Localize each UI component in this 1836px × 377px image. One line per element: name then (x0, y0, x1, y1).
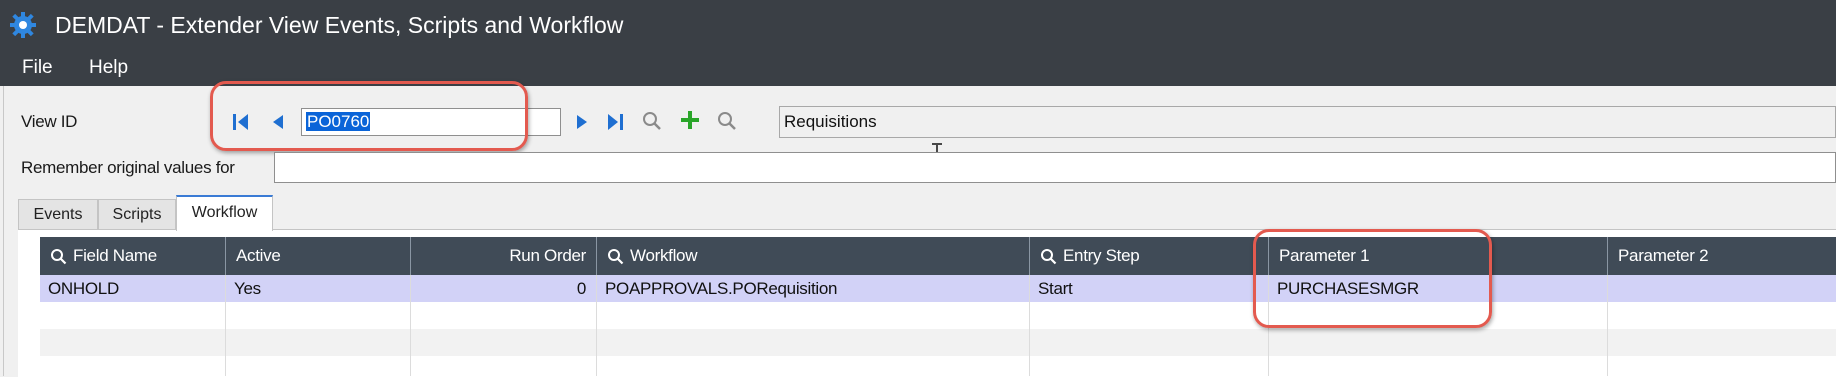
empty-cell (40, 329, 226, 356)
search-icon (608, 249, 624, 265)
table-row[interactable]: ONHOLD Yes 0 POAPPROVALS.PORequisition S… (40, 275, 1836, 302)
column-header-field-name[interactable]: Field Name (40, 237, 226, 275)
cell-run-order: 0 (411, 275, 597, 302)
column-header-active[interactable]: Active (226, 237, 411, 275)
menu-help[interactable]: Help (89, 56, 128, 80)
next-record-icon[interactable] (571, 111, 593, 133)
empty-cell (411, 356, 597, 376)
empty-cell (226, 329, 411, 356)
column-header-run-order[interactable]: Run Order (411, 237, 597, 275)
tab-scripts[interactable]: Scripts (98, 199, 176, 229)
finder-icon[interactable] (716, 110, 738, 132)
empty-cell (597, 302, 1030, 329)
window-title: DEMDAT - Extender View Events, Scripts a… (55, 12, 624, 38)
column-label: Entry Step (1063, 246, 1140, 265)
empty-cell (226, 302, 411, 329)
empty-cell (1269, 329, 1608, 356)
search-icon[interactable] (641, 110, 663, 132)
remember-label: Remember original values for (21, 158, 235, 177)
view-id-label: View ID (21, 112, 78, 131)
column-header-entry-step[interactable]: Entry Step (1030, 237, 1269, 275)
grid-header: Field Name Active Run Order Workflow Ent… (40, 237, 1836, 275)
cell-active: Yes (226, 275, 411, 302)
empty-cell (597, 356, 1030, 376)
empty-cell (411, 329, 597, 356)
gear-icon (10, 12, 36, 38)
highlight-parameter-1 (1253, 229, 1492, 328)
cell-parameter-2 (1608, 275, 1836, 302)
column-header-parameter-2[interactable]: Parameter 2 (1608, 237, 1836, 275)
tab-workflow[interactable]: Workflow (176, 195, 273, 231)
last-record-icon[interactable] (604, 111, 626, 133)
table-row-empty[interactable] (40, 302, 1836, 329)
column-label: Field Name (73, 246, 157, 265)
empty-cell (597, 329, 1030, 356)
empty-cell (411, 302, 597, 329)
empty-cell (1269, 356, 1608, 376)
highlight-view-id (210, 81, 528, 151)
workflow-grid: Field Name Active Run Order Workflow Ent… (40, 237, 1836, 376)
empty-cell (40, 356, 226, 376)
tab-events[interactable]: Events (18, 199, 98, 229)
title-bar: DEMDAT - Extender View Events, Scripts a… (0, 0, 1836, 50)
table-row-empty[interactable] (40, 329, 1836, 356)
search-icon (1041, 249, 1057, 265)
empty-cell (1030, 329, 1269, 356)
column-label: Workflow (630, 246, 698, 265)
table-row-empty[interactable] (40, 356, 1836, 376)
empty-cell (1030, 302, 1269, 329)
column-header-workflow[interactable]: Workflow (597, 237, 1030, 275)
cell-field-name: ONHOLD (40, 275, 226, 302)
view-description-field: Requisitions (779, 106, 1836, 138)
add-icon[interactable] (679, 109, 701, 131)
empty-cell (40, 302, 226, 329)
remember-input[interactable] (274, 152, 1836, 183)
menu-file[interactable]: File (22, 56, 53, 80)
cell-workflow: POAPPROVALS.PORequisition (597, 275, 1030, 302)
search-icon (51, 249, 67, 265)
empty-cell (1030, 356, 1269, 376)
empty-cell (226, 356, 411, 376)
cell-entry-step: Start (1030, 275, 1269, 302)
